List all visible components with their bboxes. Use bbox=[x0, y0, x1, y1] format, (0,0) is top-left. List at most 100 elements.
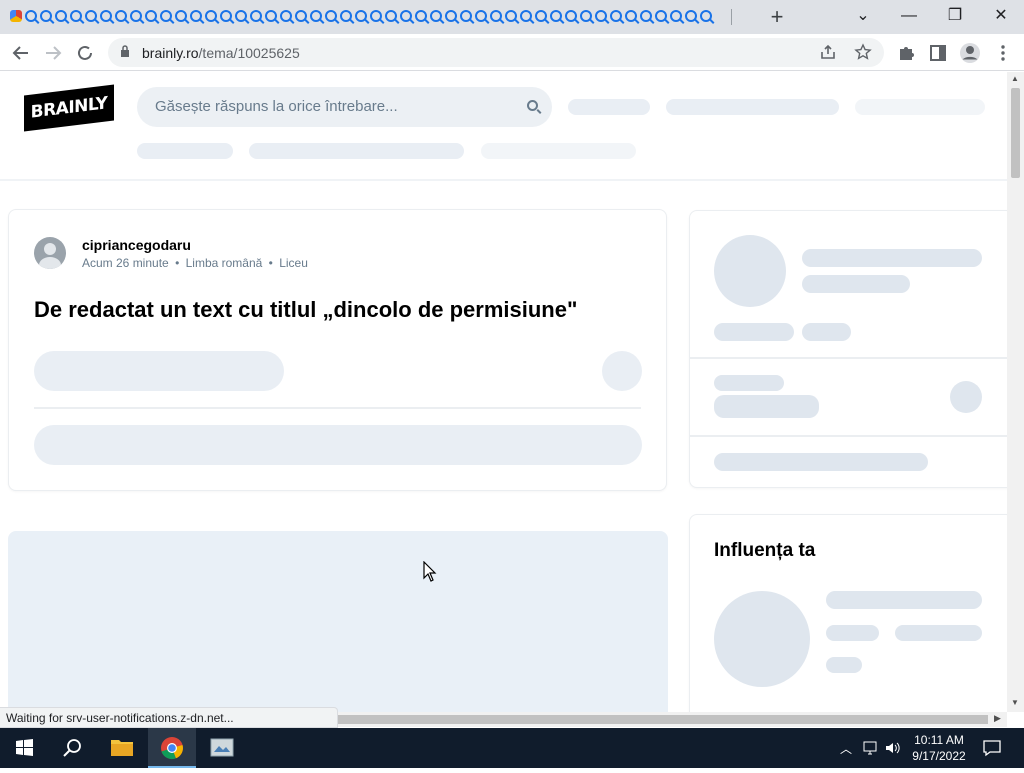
tab-favicon-search[interactable] bbox=[85, 10, 97, 22]
tab-favicon-search[interactable] bbox=[220, 10, 232, 22]
tab-favicon-search[interactable] bbox=[670, 10, 682, 22]
tab-favicon-search[interactable] bbox=[145, 10, 157, 22]
control-panel-icon[interactable] bbox=[198, 728, 246, 768]
tab-favicon-search[interactable] bbox=[685, 10, 697, 22]
tab-favicon-search[interactable] bbox=[40, 10, 52, 22]
tab-favicon-search[interactable] bbox=[565, 10, 577, 22]
search-icon[interactable] bbox=[48, 728, 96, 768]
lock-icon[interactable] bbox=[120, 45, 130, 57]
tab-favicon-search[interactable] bbox=[520, 10, 532, 22]
tab-favicon-search[interactable] bbox=[295, 10, 307, 22]
url-domain: brainly.ro bbox=[142, 45, 199, 61]
tab-favicon-search[interactable] bbox=[655, 10, 667, 22]
windows-start-icon[interactable] bbox=[0, 728, 48, 768]
tab-favicon-search[interactable] bbox=[355, 10, 367, 22]
tab-favicon-search[interactable] bbox=[205, 10, 217, 22]
volume-icon[interactable] bbox=[884, 740, 902, 761]
tab-favicon-search[interactable] bbox=[640, 10, 652, 22]
new-tab-button[interactable]: + bbox=[767, 6, 787, 28]
subnav-skeleton bbox=[249, 143, 464, 159]
tab-favicon[interactable] bbox=[10, 10, 22, 22]
tab-favicon-search[interactable] bbox=[460, 10, 472, 22]
icon-skeleton bbox=[602, 351, 642, 391]
user-avatar[interactable] bbox=[34, 237, 66, 269]
influence-title: Influența ta bbox=[714, 540, 816, 561]
tab-favicon-search[interactable] bbox=[160, 10, 172, 22]
extensions-puzzle-icon[interactable] bbox=[893, 40, 919, 66]
close-window-button[interactable]: ✕ bbox=[988, 4, 1014, 28]
url-text[interactable]: brainly.ro/tema/10025625 bbox=[142, 45, 300, 61]
tab-favicon-search[interactable] bbox=[610, 10, 622, 22]
tab-favicon-search[interactable] bbox=[445, 10, 457, 22]
tab-favicon-search[interactable] bbox=[595, 10, 607, 22]
tab-favicon-search[interactable] bbox=[700, 10, 712, 22]
side-panel-icon[interactable] bbox=[925, 40, 951, 66]
question-title: De redactat un text cu titlul „dincolo d… bbox=[34, 297, 578, 322]
network-icon[interactable] bbox=[862, 740, 880, 761]
vertical-scroll-thumb[interactable] bbox=[1011, 88, 1020, 178]
tab-favicon-search[interactable] bbox=[310, 10, 322, 22]
tab-favicon-search[interactable] bbox=[130, 10, 142, 22]
tab-favicon-search[interactable] bbox=[25, 10, 37, 22]
tab-favicon-search[interactable] bbox=[580, 10, 592, 22]
tab-favicon-search[interactable] bbox=[400, 10, 412, 22]
tab-favicon-search[interactable] bbox=[235, 10, 247, 22]
nav-skeleton bbox=[568, 99, 650, 115]
horizontal-scroll-thumb[interactable] bbox=[332, 715, 988, 724]
tab-favicon-search[interactable] bbox=[325, 10, 337, 22]
tab-favicon-search[interactable] bbox=[475, 10, 487, 22]
chrome-taskbar-icon[interactable] bbox=[148, 728, 196, 768]
menu-kebab-icon[interactable] bbox=[990, 40, 1016, 66]
tab-favicon-search[interactable] bbox=[100, 10, 112, 22]
question-meta: Acum 26 minute • Limba română • Liceu bbox=[82, 256, 308, 270]
tab-favicon-search[interactable] bbox=[370, 10, 382, 22]
tab-favicon-search[interactable] bbox=[535, 10, 547, 22]
scroll-up-icon[interactable]: ▲ bbox=[1011, 74, 1019, 83]
tab-favicon-search[interactable] bbox=[505, 10, 517, 22]
text-skeleton bbox=[714, 395, 819, 418]
system-clock[interactable]: 10:11 AM 9/17/2022 bbox=[904, 732, 974, 764]
notifications-icon[interactable] bbox=[982, 738, 1002, 763]
brainly-logo[interactable]: BRAINLY bbox=[24, 84, 114, 132]
answer-placeholder bbox=[8, 531, 668, 712]
tab-favicon-search[interactable] bbox=[55, 10, 67, 22]
file-explorer-icon[interactable] bbox=[98, 728, 146, 768]
meta-separator: • bbox=[268, 256, 273, 270]
stop-loading-icon[interactable] bbox=[72, 40, 98, 66]
search-input[interactable]: Găsește răspuns la orice întrebare... bbox=[137, 87, 552, 127]
taskbar: ︿ 10:11 AM 9/17/2022 bbox=[0, 728, 1024, 768]
profile-icon[interactable] bbox=[957, 40, 983, 66]
subnav-skeleton bbox=[481, 143, 636, 159]
mouse-cursor-icon bbox=[423, 561, 437, 582]
tab-favicon-search[interactable] bbox=[385, 10, 397, 22]
tab-favicon-search[interactable] bbox=[190, 10, 202, 22]
chevron-up-icon[interactable]: ︿ bbox=[840, 740, 852, 757]
url-path: /tema/10025625 bbox=[198, 45, 300, 61]
question-subject[interactable]: Limba română bbox=[186, 256, 263, 270]
tab-favicon-search[interactable] bbox=[175, 10, 187, 22]
search-icon[interactable] bbox=[527, 100, 538, 111]
tab-favicon-search[interactable] bbox=[70, 10, 82, 22]
question-author[interactable]: cipriancegodaru bbox=[82, 237, 191, 253]
forward-arrow-icon[interactable] bbox=[40, 40, 66, 66]
tab-favicon-search[interactable] bbox=[430, 10, 442, 22]
share-icon[interactable] bbox=[820, 44, 836, 65]
tab-favicon-search[interactable] bbox=[340, 10, 352, 22]
minimize-button[interactable]: — bbox=[896, 4, 922, 28]
back-arrow-icon[interactable] bbox=[8, 40, 34, 66]
tab-favicon-search[interactable] bbox=[265, 10, 277, 22]
tab-favicon-search[interactable] bbox=[250, 10, 262, 22]
tab-favicon-search[interactable] bbox=[415, 10, 427, 22]
vertical-scrollbar[interactable]: ▲ ▼ bbox=[1007, 72, 1024, 712]
tab-favicon-search[interactable] bbox=[625, 10, 637, 22]
bookmark-star-icon[interactable] bbox=[854, 43, 872, 66]
tab-favicon-search[interactable] bbox=[490, 10, 502, 22]
tab-favicon-search[interactable] bbox=[115, 10, 127, 22]
restore-button[interactable]: ❐ bbox=[942, 4, 968, 28]
address-bar[interactable]: brainly.ro/tema/10025625 bbox=[108, 38, 884, 67]
tab-favicon-search[interactable] bbox=[550, 10, 562, 22]
scroll-down-icon[interactable]: ▼ bbox=[1011, 698, 1019, 707]
tab-search-button[interactable]: ⌄ bbox=[850, 4, 876, 28]
tab-favicon-search[interactable] bbox=[280, 10, 292, 22]
scroll-right-icon[interactable]: ▶ bbox=[994, 713, 1001, 724]
